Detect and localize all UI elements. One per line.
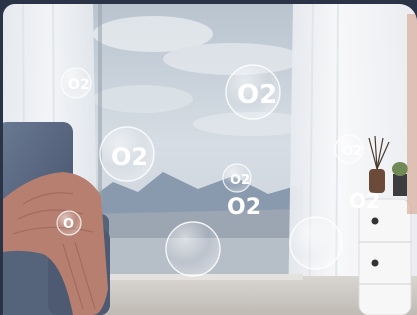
o2-bubble: O2: [99, 126, 155, 182]
empty-bubble: [289, 216, 343, 270]
empty-bubble: [165, 221, 221, 277]
svg-text:O2: O2: [68, 77, 90, 93]
o2-bubble: O2: [334, 134, 364, 164]
o2-label: O2: [227, 195, 261, 220]
svg-text:O2: O2: [111, 143, 148, 171]
side-cabinet: [358, 198, 412, 315]
o2-bubble: O2: [222, 163, 252, 193]
svg-text:O2: O2: [227, 195, 261, 220]
svg-text:O2: O2: [237, 80, 277, 110]
plant: [392, 162, 408, 196]
o2-bubble: O2: [225, 64, 281, 120]
svg-text:O2: O2: [230, 173, 250, 188]
o2-bubble: O2: [60, 67, 92, 99]
photo-frame: O2 O2 O2 O2 O2 O2 O2 O: [3, 4, 417, 315]
svg-text:O: O: [63, 217, 74, 232]
svg-text:O2: O2: [349, 189, 380, 213]
room-illustration: O2 O2 O2 O2 O2 O2 O2 O: [3, 4, 417, 315]
lamp-stand: [407, 14, 417, 214]
photo-scene: O2 O2 O2 O2 O2 O2 O2 O: [0, 0, 417, 315]
o-bubble: O: [56, 210, 82, 236]
o2-label: O2: [349, 189, 380, 213]
svg-text:O2: O2: [342, 144, 362, 159]
